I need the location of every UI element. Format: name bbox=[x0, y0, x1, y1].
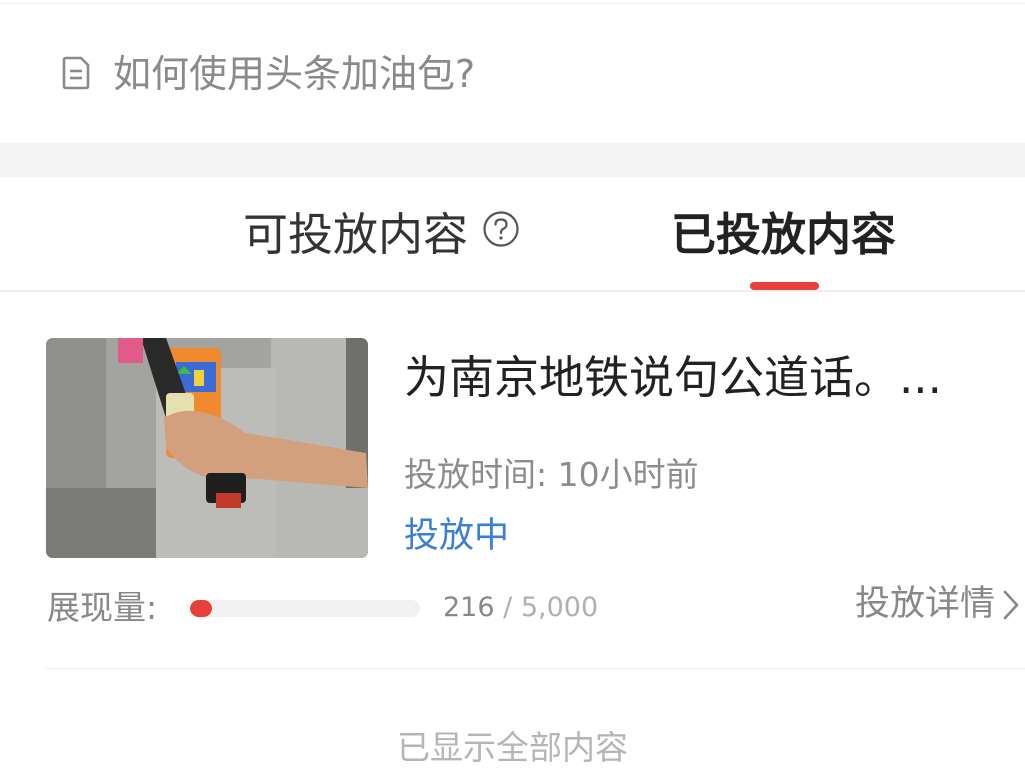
tab-bar: 可投放内容 已投放内容 bbox=[0, 177, 1025, 292]
impressions-total: 5,000 bbox=[520, 592, 599, 623]
faq-link[interactable]: 如何使用头条加油包? bbox=[0, 0, 1025, 143]
status-badge: 投放中 bbox=[404, 516, 510, 556]
tab-delivered-content[interactable]: 已投放内容 bbox=[671, 205, 896, 265]
section-gap bbox=[0, 143, 1025, 177]
delivered-item[interactable]: 为南京地铁说句公道话。... 投放时间: 10小时前 投放中 展现量: 216 … bbox=[0, 292, 1025, 668]
impressions-count: 216 / 5,000 bbox=[443, 588, 598, 628]
active-tab-indicator bbox=[750, 282, 819, 290]
delivery-details-link[interactable]: 投放详情 bbox=[855, 580, 995, 628]
question-circle-icon[interactable] bbox=[482, 210, 520, 248]
item-divider bbox=[46, 668, 1025, 669]
impressions-separator: / bbox=[503, 592, 513, 623]
impressions-progress-fill bbox=[190, 600, 212, 617]
impressions-progress bbox=[190, 600, 420, 617]
chevron-right-icon[interactable] bbox=[1000, 589, 1022, 621]
delivery-time: 投放时间: 10小时前 bbox=[404, 455, 699, 494]
faq-text: 如何使用头条加油包? bbox=[113, 52, 476, 96]
tab-available-content[interactable]: 可投放内容 bbox=[243, 205, 468, 265]
item-thumbnail bbox=[46, 338, 368, 558]
document-icon bbox=[62, 56, 90, 90]
end-of-list-text: 已显示全部内容 bbox=[397, 728, 628, 767]
impressions-label: 展现量: bbox=[47, 588, 158, 627]
item-title: 为南京地铁说句公道话。... bbox=[404, 351, 942, 404]
impressions-current: 216 bbox=[443, 592, 495, 623]
